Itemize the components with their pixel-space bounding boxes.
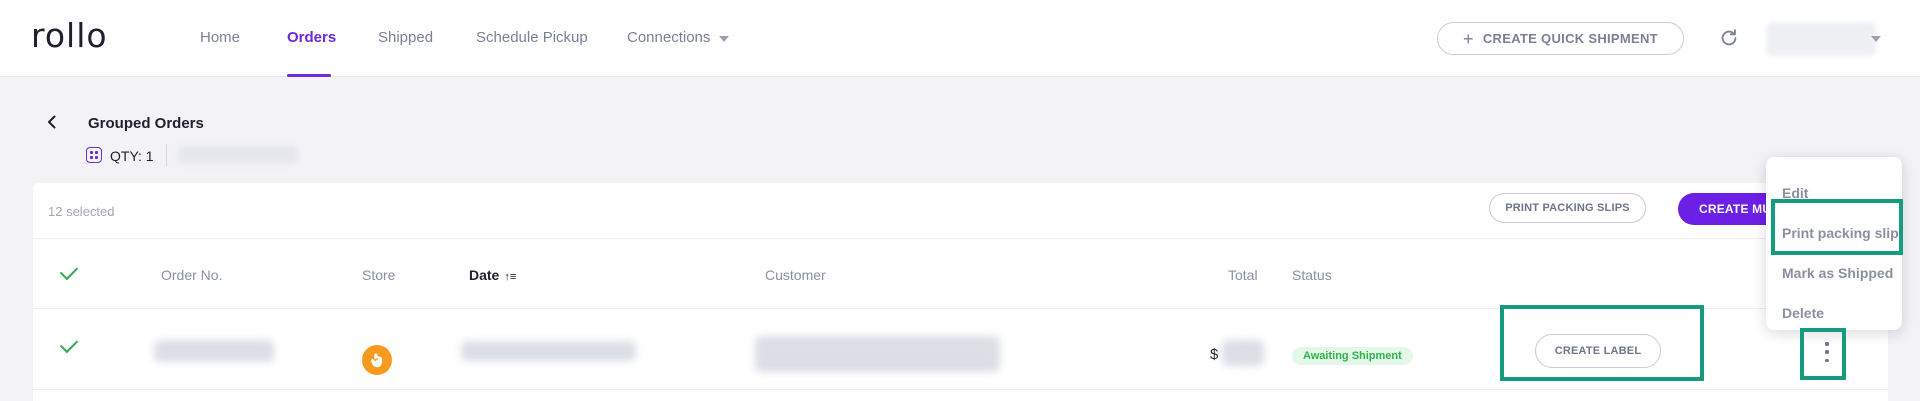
- menu-item-edit[interactable]: Edit: [1782, 185, 1808, 201]
- sort-icon[interactable]: ↑≡: [504, 271, 516, 283]
- column-order-no[interactable]: Order No.: [161, 267, 222, 283]
- print-packing-slips-button[interactable]: PRINT PACKING SLIPS: [1489, 193, 1646, 223]
- hand-pointer-icon: [370, 353, 382, 368]
- column-customer[interactable]: Customer: [765, 267, 826, 283]
- nav-schedule-pickup[interactable]: Schedule Pickup: [476, 29, 588, 46]
- store-icon: [362, 345, 392, 375]
- total-currency: $: [1210, 346, 1219, 363]
- column-total[interactable]: Total: [1228, 267, 1258, 283]
- redacted-group-info: [178, 146, 298, 164]
- status-badge: Awaiting Shipment: [1292, 347, 1413, 365]
- column-store[interactable]: Store: [362, 267, 395, 283]
- redacted-date: [461, 341, 636, 361]
- select-all-checkmark-icon[interactable]: [59, 261, 79, 281]
- orders-table-card: 12 selected PRINT PACKING SLIPS CREATE M…: [33, 183, 1888, 401]
- row-actions-menu: Edit Print packing slip Mark as Shipped …: [1766, 157, 1902, 330]
- account-menu[interactable]: [1766, 22, 1876, 56]
- nav-shipped[interactable]: Shipped: [378, 29, 433, 46]
- back-arrow-icon[interactable]: [44, 114, 60, 130]
- bulk-actions-bar: 12 selected PRINT PACKING SLIPS CREATE M…: [33, 183, 1888, 239]
- divider: [166, 144, 167, 166]
- nav-orders[interactable]: Orders: [287, 29, 336, 46]
- top-navigation-bar: rollo Home Orders Shipped Schedule Picku…: [0, 0, 1920, 77]
- plus-icon: +: [1463, 28, 1474, 49]
- create-quick-shipment-button[interactable]: + CREATE QUICK SHIPMENT: [1437, 22, 1684, 55]
- row-checkmark-icon[interactable]: [59, 334, 79, 354]
- table-row[interactable]: $ Awaiting Shipment CREATE LABEL: [33, 310, 1888, 390]
- redacted-customer: [755, 336, 1000, 372]
- rollo-logo[interactable]: rollo: [31, 16, 108, 55]
- menu-item-print-packing-slip[interactable]: Print packing slip: [1782, 225, 1899, 241]
- selected-count: 12 selected: [48, 204, 115, 219]
- column-status[interactable]: Status: [1292, 267, 1332, 283]
- menu-item-mark-as-shipped[interactable]: Mark as Shipped: [1782, 265, 1893, 281]
- page-title: Grouped Orders: [88, 115, 204, 132]
- chevron-down-icon[interactable]: [719, 36, 729, 42]
- refresh-icon[interactable]: [1718, 27, 1740, 49]
- account-chevron-down-icon[interactable]: [1871, 36, 1881, 42]
- menu-item-delete[interactable]: Delete: [1782, 305, 1824, 321]
- redacted-total: [1222, 340, 1264, 366]
- create-label-button[interactable]: CREATE LABEL: [1535, 334, 1661, 368]
- column-date-label: Date: [469, 267, 500, 283]
- nav-home[interactable]: Home: [200, 29, 240, 46]
- redacted-order-number[interactable]: [154, 340, 274, 362]
- quantity-icon: [86, 147, 102, 163]
- create-quick-shipment-label: CREATE QUICK SHIPMENT: [1482, 31, 1658, 46]
- quantity-label: QTY: 1: [110, 148, 154, 164]
- active-tab-indicator: [287, 74, 331, 77]
- table-header-row: Order No. Store Date ↑≡ Customer Total St…: [33, 239, 1888, 309]
- column-date[interactable]: Date ↑≡: [469, 267, 516, 283]
- nav-connections[interactable]: Connections: [627, 29, 710, 46]
- more-options-icon[interactable]: [1820, 338, 1834, 366]
